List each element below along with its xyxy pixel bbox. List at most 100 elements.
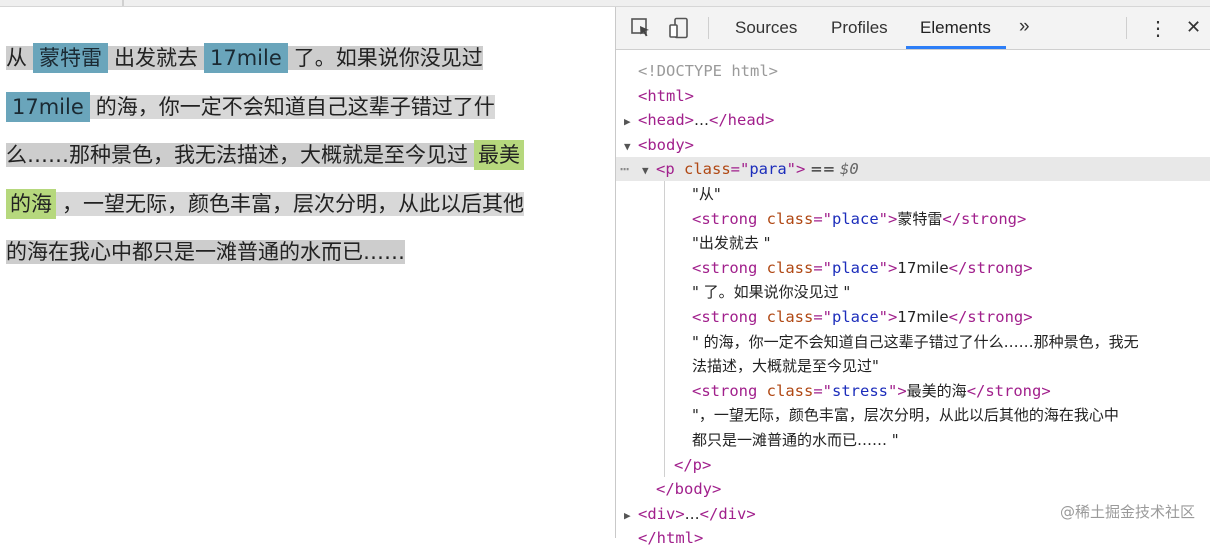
dom-token-tag: <strong [692,308,767,326]
dom-token-txt: " 的海，你一定不会知道自己这辈子错过了什么……那种景色，我无 [692,332,1139,351]
dom-token-txt: … [684,504,700,523]
para-paragraph: 从蒙特雷 出发就去 17mile 了。如果说你没见过 17mile 的海，你一定不会知道自… [6,34,603,277]
dom-token-tag: <strong [692,258,767,277]
dom-token-tag: </html> [638,529,704,548]
collapse-triangle-icon[interactable]: ▼ [642,159,656,183]
active-tab-indicator [906,46,1006,49]
dom-node[interactable]: ▼ <body> [616,133,1210,157]
dom-node[interactable]: </body> [616,477,1210,501]
dom-node[interactable]: </p> [616,453,1210,477]
expand-triangle-icon[interactable]: ▶ [624,504,638,528]
dom-token-tag: <strong [692,209,767,228]
dom-node[interactable]: 都只是一滩普通的水而已…… " [616,428,1210,452]
dom-token-tag: "> [878,209,898,228]
dom-token-txt: == [805,160,841,179]
dom-node[interactable]: <strong class="stress">最美的海</strong> [616,379,1210,403]
dom-token-txt: "，一望无际，颜色丰富，层次分明，从此以后其他的海在我心中 [692,406,1119,425]
dom-token-tag: <p [656,160,684,179]
dom-token-tag: </strong> [948,308,1033,326]
dom-token-tag: =" [813,308,832,326]
para-text: 么……那种景色，我无法描述，大概就是至今见过 [6,143,468,167]
dom-token-tag: </strong> [942,209,1027,228]
dom-node-selected[interactable]: ⋯ ▼ <p class="para"> == $0 [616,157,1210,183]
para-text: 出发就去 [114,46,198,70]
browser-top-strip [0,0,1210,7]
expand-triangle-icon[interactable]: ▶ [624,110,638,134]
dom-token-tag: "> [888,381,907,400]
dom-token-tag: </p> [674,455,712,474]
dom-node[interactable]: ▶ <head>…</head> [616,108,1210,132]
dom-token-txt: 法描述，大概就是至今见过" [692,357,879,376]
para-line: 的海 ，一望无际，颜色丰富，层次分明，从此以后其他 [6,188,524,219]
dom-node[interactable]: <!DOCTYPE html> [616,59,1210,83]
dom-token-tag: =" [813,258,832,277]
tab-profiles[interactable]: Profiles [831,18,888,38]
dom-node[interactable]: <html> [616,84,1210,108]
dom-token-txt: "出发就去 " [692,234,771,253]
dom-token-tag: <html> [638,86,694,105]
dom-token-txt: 最美的海 [906,381,967,400]
watermark-text: @稀土掘金技术社区 [1059,503,1195,521]
para-text: 的海，你一定不会知道自己这辈子错过了什 [95,94,495,119]
toolbar-separator [708,17,709,39]
close-icon[interactable]: ✕ [1186,17,1201,38]
dom-token-val: stress [832,381,888,400]
menu-kebab-icon[interactable]: ⋮ [1148,16,1168,41]
para-text: ，一望无际，颜色丰富，层次分明，从此以后其他 [62,191,524,216]
toolbar-separator-right [1126,17,1127,39]
para-line: 么……那种景色，我无法描述，大概就是至今见过 最美 [6,140,524,170]
dom-node[interactable]: <strong class="place">17mile</strong> [616,256,1210,280]
dom-node[interactable]: "，一望无际，颜色丰富，层次分明，从此以后其他的海在我心中 [616,403,1210,427]
dom-token-tag: </body> [656,480,722,499]
dom-token-attr: class [766,308,814,326]
dom-token-tag: </strong> [966,381,1051,400]
dom-token-txt: 17mile [897,258,949,277]
dom-token-txt: "从" [692,185,721,203]
dom-token-tag: </strong> [948,258,1033,277]
dom-tree: <!DOCTYPE html> <html> ▶ <head>…</head> ▼ <bo… [616,51,1210,547]
inspect-element-icon[interactable] [630,17,652,43]
dom-node[interactable]: "从" [616,182,1210,206]
place-highlight: 17mile [6,91,90,122]
dom-token-dollar: $0 [840,160,859,179]
para-line: 的海在我心中都只是一滩普通的水而已…… [6,240,405,264]
dom-token-attr: class [766,209,814,228]
dom-token-attr: class [766,381,814,400]
tab-elements[interactable]: Elements [920,18,991,38]
dom-token-attr: class [684,160,731,179]
dom-token-tag: </head> [709,111,775,130]
strip-divider [122,0,124,6]
para-line: 从蒙特雷 出发就去 17mile 了。如果说你没见过 [6,43,483,73]
dom-token-tag: =" [813,381,832,400]
dom-token-txt: … [694,111,709,130]
dom-token-val: place [832,258,879,277]
device-toolbar-icon[interactable] [668,17,690,43]
tab-sources[interactable]: Sources [735,18,797,38]
stress-highlight: 最美 [474,140,524,170]
dom-token-txt: 都只是一滩普通的水而已…… " [692,431,899,449]
devtools-toolbar: Sources Profiles Elements » ⋮ ✕ [616,7,1210,50]
dom-token-val: para [749,160,787,179]
dom-token-val: place [832,308,879,326]
dom-node[interactable]: "出发就去 " [616,231,1210,255]
dom-node[interactable]: <strong class="place">17mile</strong> [616,305,1210,329]
place-highlight: 蒙特雷 [33,43,108,73]
collapse-triangle-icon[interactable]: ▼ [624,135,638,159]
dom-node[interactable]: 法描述，大概就是至今见过" [616,354,1210,378]
dom-node[interactable]: " 了。如果说你没见过 " [616,280,1210,304]
para-text: 的海在我心中都只是一滩普通的水而已…… [6,240,405,264]
para-text: 从 [6,46,27,70]
dom-token-doctype: <!DOCTYPE html> [638,62,778,80]
dom-token-tag: <div> [638,504,685,523]
dom-token-tag: "> [878,258,898,277]
dom-node[interactable]: </html> [616,526,1210,550]
stress-highlight: 的海 [6,188,56,219]
dom-token-txt: 蒙特雷 [897,209,943,228]
dom-token-tag: "> [878,308,898,326]
more-tabs-icon[interactable]: » [1019,16,1030,38]
dom-node[interactable]: " 的海，你一定不会知道自己这辈子错过了什么……那种景色，我无 [616,330,1210,354]
devtools-panel: Sources Profiles Elements » ⋮ ✕ <!DOCTYP… [615,7,1210,547]
dom-node[interactable]: <strong class="place">蒙特雷</strong> [616,207,1210,231]
dom-token-txt: " 了。如果说你没见过 " [692,283,851,302]
dom-token-tag: =" [730,160,750,179]
